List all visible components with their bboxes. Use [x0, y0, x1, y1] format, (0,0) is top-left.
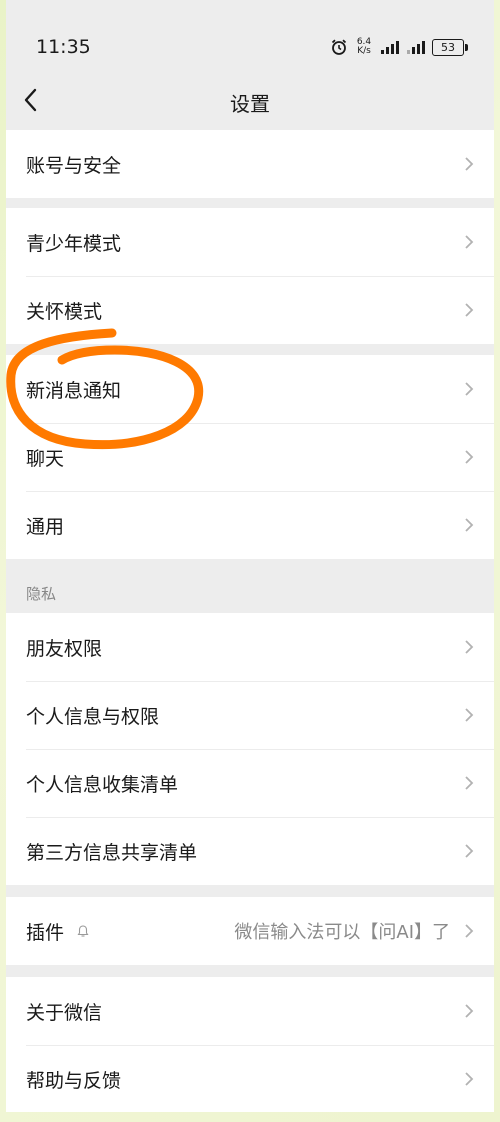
chevron-right-icon [465, 640, 474, 654]
settings-item-label: 个人信息收集清单 [26, 773, 179, 796]
settings-item-friend-permissions[interactable]: 朋友权限 [6, 613, 494, 681]
signal-strength-2-icon [407, 41, 425, 54]
settings-item-label: 关怀模式 [26, 300, 103, 323]
chevron-right-icon [465, 1072, 474, 1086]
settings-item-label: 朋友权限 [26, 637, 103, 660]
settings-item-label: 新消息通知 [26, 379, 122, 402]
settings-item-label: 聊天 [26, 447, 65, 470]
settings-item-personal-info-permissions[interactable]: 个人信息与权限 [6, 681, 494, 749]
settings-item-label: 青少年模式 [26, 232, 122, 255]
nav-bar: 设置 [6, 70, 494, 130]
status-icons: 6.4 K/s 53 [330, 36, 468, 58]
settings-item-account-security[interactable]: 账号与安全 [6, 130, 494, 198]
chevron-right-icon [465, 1004, 474, 1018]
settings-item-plugins[interactable]: 插件 微信输入法可以【问AI】了 [6, 897, 494, 965]
group-general: 新消息通知 聊天 通用 [6, 355, 494, 559]
chevron-right-icon [465, 157, 474, 171]
settings-item-about-wechat[interactable]: 关于微信 [6, 977, 494, 1045]
battery-icon: 53 [432, 38, 468, 56]
settings-item-personal-info-collection-list[interactable]: 个人信息收集清单 [6, 749, 494, 817]
settings-item-label: 帮助与反馈 [26, 1069, 122, 1092]
network-speed: 6.4 K/s [354, 38, 374, 56]
status-bar: 11:35 6.4 K/s 53 [6, 0, 494, 64]
settings-item-care-mode[interactable]: 关怀模式 [6, 276, 494, 344]
group-about: 关于微信 帮助与反馈 [6, 977, 494, 1112]
chevron-right-icon [465, 844, 474, 858]
group-modes: 青少年模式 关怀模式 [6, 208, 494, 344]
settings-item-label: 个人信息与权限 [26, 705, 160, 728]
settings-item-label: 关于微信 [26, 1001, 103, 1024]
group-plugins: 插件 微信输入法可以【问AI】了 [6, 897, 494, 965]
network-speed-unit: K/s [357, 46, 371, 56]
section-header-privacy: 隐私 [26, 585, 57, 603]
settings-item-general[interactable]: 通用 [6, 491, 494, 559]
settings-item-chat[interactable]: 聊天 [6, 423, 494, 491]
settings-item-new-message-notifications[interactable]: 新消息通知 [6, 355, 494, 423]
chevron-right-icon [465, 382, 474, 396]
chevron-right-icon [465, 924, 474, 938]
signal-strength-icon [381, 41, 399, 54]
bell-badge-icon [77, 925, 89, 937]
page-title: 设置 [230, 92, 270, 116]
settings-item-teen-mode[interactable]: 青少年模式 [6, 208, 494, 276]
chevron-right-icon [465, 235, 474, 249]
group-account: 账号与安全 [6, 130, 494, 198]
chevron-right-icon [465, 708, 474, 722]
chevron-right-icon [465, 303, 474, 317]
settings-item-label: 第三方信息共享清单 [26, 841, 198, 864]
plugins-hint: 微信输入法可以【问AI】了 [234, 922, 450, 943]
chevron-right-icon [465, 776, 474, 790]
settings-item-label: 账号与安全 [26, 154, 122, 177]
settings-item-label: 插件 [26, 921, 65, 944]
settings-item-label: 通用 [26, 515, 65, 538]
group-privacy: 朋友权限 个人信息与权限 个人信息收集清单 第三方信息共享清单 [6, 613, 494, 885]
alarm-clock-icon [331, 39, 347, 55]
settings-screen: 11:35 6.4 K/s 53 设置 账号与安全 青少年模式 关怀模式 新消息… [6, 0, 494, 1112]
chevron-right-icon [465, 518, 474, 532]
settings-item-help-feedback[interactable]: 帮助与反馈 [6, 1045, 494, 1112]
chevron-right-icon [465, 450, 474, 464]
settings-item-third-party-sharing-list[interactable]: 第三方信息共享清单 [6, 817, 494, 885]
status-time: 11:35 [36, 36, 91, 58]
